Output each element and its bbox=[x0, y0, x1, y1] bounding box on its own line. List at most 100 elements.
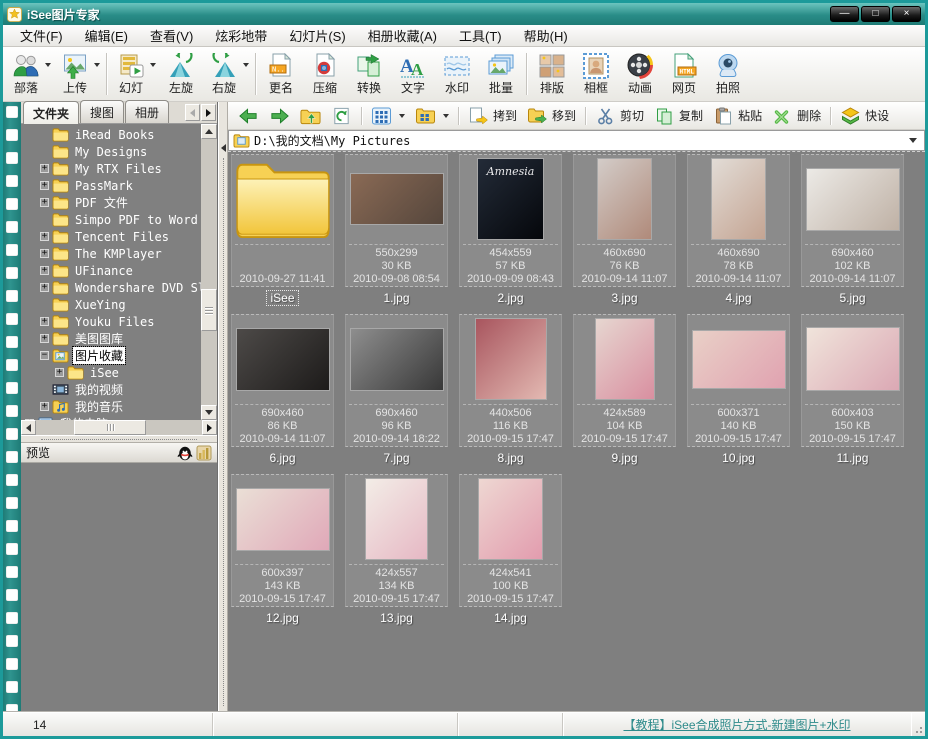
up-button[interactable] bbox=[295, 105, 326, 127]
layout-button[interactable]: 排版 bbox=[530, 49, 574, 99]
tab-album[interactable]: 相册 bbox=[125, 100, 169, 123]
tree-item-pdf-files[interactable]: +PDF 文件 bbox=[21, 194, 201, 211]
camera-button[interactable]: 拍照 bbox=[706, 49, 750, 99]
tab-scroll-left-button[interactable] bbox=[185, 104, 200, 121]
grid-item-image[interactable]: 690x46096 KB2010-09-14 18:227.jpg bbox=[345, 314, 448, 465]
rotate-right-button[interactable]: 右旋 bbox=[203, 49, 252, 99]
grid-item-image[interactable]: 690x460102 KB2010-09-14 11:075.jpg bbox=[801, 154, 904, 305]
expander-plus-icon[interactable]: + bbox=[40, 266, 49, 275]
grid-item-image[interactable]: 424x589104 KB2010-09-15 17:479.jpg bbox=[573, 314, 676, 465]
cut-button[interactable]: 剪切 bbox=[590, 105, 649, 127]
copy-to-button[interactable]: 拷到 bbox=[463, 105, 522, 127]
view-thumbnails-dropdown-caret[interactable] bbox=[399, 114, 405, 118]
expander-plus-icon[interactable]: + bbox=[40, 334, 49, 343]
grid-item-image[interactable]: 424x557134 KB2010-09-15 17:4713.jpg bbox=[345, 474, 448, 625]
panel-splitter-vertical[interactable] bbox=[218, 102, 228, 712]
expander-plus-icon[interactable]: + bbox=[40, 249, 49, 258]
tab-folders[interactable]: 文件夹 bbox=[23, 101, 79, 124]
webpage-button[interactable]: HTML网页 bbox=[662, 49, 706, 99]
address-bar[interactable]: D:\我的文档\My Pictures bbox=[228, 130, 925, 151]
rename-button[interactable]: N..更名 bbox=[259, 49, 303, 99]
forward-button[interactable] bbox=[264, 105, 295, 127]
tribe-dropdown-caret[interactable] bbox=[45, 63, 51, 67]
rotate-right-dropdown-caret[interactable] bbox=[243, 63, 249, 67]
frame-button[interactable]: 相框 bbox=[574, 49, 618, 99]
tree-item-picture-collection[interactable]: −图片收藏 bbox=[21, 347, 201, 364]
expander-plus-icon[interactable]: + bbox=[40, 283, 49, 292]
expander-plus-icon[interactable]: + bbox=[55, 368, 64, 377]
tab-search[interactable]: 搜图 bbox=[80, 100, 124, 123]
slideshow-button[interactable]: 幻灯 bbox=[110, 49, 159, 99]
grid-item-image[interactable]: 690x46086 KB2010-09-14 11:076.jpg bbox=[231, 314, 334, 465]
expander-minus-icon[interactable]: − bbox=[40, 351, 49, 360]
scroll-right-button[interactable] bbox=[202, 420, 217, 435]
tree-item-isee[interactable]: +iSee bbox=[21, 364, 201, 381]
panel-splitter-horizontal[interactable] bbox=[21, 435, 217, 443]
back-button[interactable] bbox=[233, 105, 264, 127]
tab-scroll-right-button[interactable] bbox=[201, 104, 216, 121]
expander-plus-icon[interactable]: + bbox=[40, 164, 49, 173]
upload-button[interactable]: 上传 bbox=[54, 49, 103, 99]
qq-penguin-icon[interactable] bbox=[177, 445, 193, 461]
expander-plus-icon[interactable]: + bbox=[40, 198, 49, 207]
expander-plus-icon[interactable]: + bbox=[40, 402, 49, 411]
tree-item-youku-files[interactable]: +Youku Files bbox=[21, 313, 201, 330]
maximize-button[interactable]: □ bbox=[861, 6, 890, 22]
grid-item-image[interactable]: Amnesia454x55957 KB2010-09-09 08:432.jpg bbox=[459, 154, 562, 305]
view-folders-button[interactable] bbox=[410, 105, 454, 127]
grid-item-image[interactable]: 440x506116 KB2010-09-15 17:478.jpg bbox=[459, 314, 562, 465]
refresh-button[interactable] bbox=[326, 105, 357, 127]
tree-item-wondershare-dvd[interactable]: +Wondershare DVD Sl bbox=[21, 279, 201, 296]
scroll-left-button[interactable] bbox=[21, 420, 36, 435]
delete-button[interactable]: 删除 bbox=[767, 105, 826, 127]
tribe-button[interactable]: 部落 bbox=[5, 49, 54, 99]
menu-item-help[interactable]: 帮助(H) bbox=[513, 24, 579, 47]
vertical-scroll-thumb[interactable] bbox=[201, 289, 217, 331]
menu-item-dazzle-zone[interactable]: 炫彩地带 bbox=[204, 24, 278, 47]
grid-item-image[interactable]: 600x397143 KB2010-09-15 17:4712.jpg bbox=[231, 474, 334, 625]
menu-item-slideshow[interactable]: 幻灯片(S) bbox=[278, 24, 356, 47]
grid-item-image[interactable]: 600x403150 KB2010-09-15 17:4711.jpg bbox=[801, 314, 904, 465]
title-bar[interactable]: iSee图片专家 —□× bbox=[3, 3, 925, 25]
compress-button[interactable]: 压缩 bbox=[303, 49, 347, 99]
paste-button[interactable]: 粘贴 bbox=[708, 105, 767, 127]
move-to-button[interactable]: 移到 bbox=[522, 105, 581, 127]
tree-item-my-designs[interactable]: My Designs bbox=[21, 143, 201, 160]
tree-item-my-music[interactable]: +我的音乐 bbox=[21, 398, 201, 415]
grid-item-image[interactable]: 460x69076 KB2010-09-14 11:073.jpg bbox=[573, 154, 676, 305]
close-button[interactable]: × bbox=[892, 6, 921, 22]
view-thumbnails-button[interactable] bbox=[366, 105, 410, 127]
copy-button[interactable]: 复制 bbox=[649, 105, 708, 127]
tree-item-tencent-files[interactable]: +Tencent Files bbox=[21, 228, 201, 245]
address-dropdown-caret[interactable] bbox=[909, 138, 917, 143]
gold-chart-icon[interactable] bbox=[196, 445, 212, 461]
resize-grip[interactable] bbox=[911, 713, 925, 736]
tree-item-ufinance[interactable]: +UFinance bbox=[21, 262, 201, 279]
grid-item-folder[interactable]: 2010-09-27 11:41iSee bbox=[231, 154, 334, 305]
tree-vertical-scrollbar[interactable] bbox=[201, 124, 217, 420]
minimize-button[interactable]: — bbox=[830, 6, 859, 22]
scroll-down-button[interactable] bbox=[201, 405, 217, 420]
tutorial-link[interactable]: 【教程】iSee合成照片方式-新建图片+水印 bbox=[623, 716, 850, 733]
upload-dropdown-caret[interactable] bbox=[94, 63, 100, 67]
expander-plus-icon[interactable]: + bbox=[25, 419, 34, 420]
tree-item-my-rtx-files[interactable]: +My RTX Files bbox=[21, 160, 201, 177]
animation-button[interactable]: 动画 bbox=[618, 49, 662, 99]
tree-horizontal-scrollbar[interactable] bbox=[21, 420, 217, 435]
convert-button[interactable]: 转换 bbox=[347, 49, 391, 99]
grid-item-image[interactable]: 424x541100 KB2010-09-15 17:4714.jpg bbox=[459, 474, 562, 625]
horizontal-scroll-thumb[interactable] bbox=[74, 420, 146, 435]
tree-item-xueying[interactable]: XueYing bbox=[21, 296, 201, 313]
tree-item-my-computer[interactable]: +我的电脑 bbox=[21, 415, 201, 420]
tree-item-passmark[interactable]: +PassMark bbox=[21, 177, 201, 194]
tree-item-meitu-gallery[interactable]: +美图图库 bbox=[21, 330, 201, 347]
menu-item-album-collection[interactable]: 相册收藏(A) bbox=[357, 24, 448, 47]
grid-item-image[interactable]: 460x69078 KB2010-09-14 11:074.jpg bbox=[687, 154, 790, 305]
menu-item-view[interactable]: 查看(V) bbox=[139, 24, 204, 47]
scroll-up-button[interactable] bbox=[201, 124, 217, 139]
expander-plus-icon[interactable]: + bbox=[40, 181, 49, 190]
view-folders-dropdown-caret[interactable] bbox=[443, 114, 449, 118]
tree-item-my-videos[interactable]: 我的视频 bbox=[21, 381, 201, 398]
batch-button[interactable]: 批量 bbox=[479, 49, 523, 99]
tree-item-iread-books[interactable]: iRead Books bbox=[21, 126, 201, 143]
